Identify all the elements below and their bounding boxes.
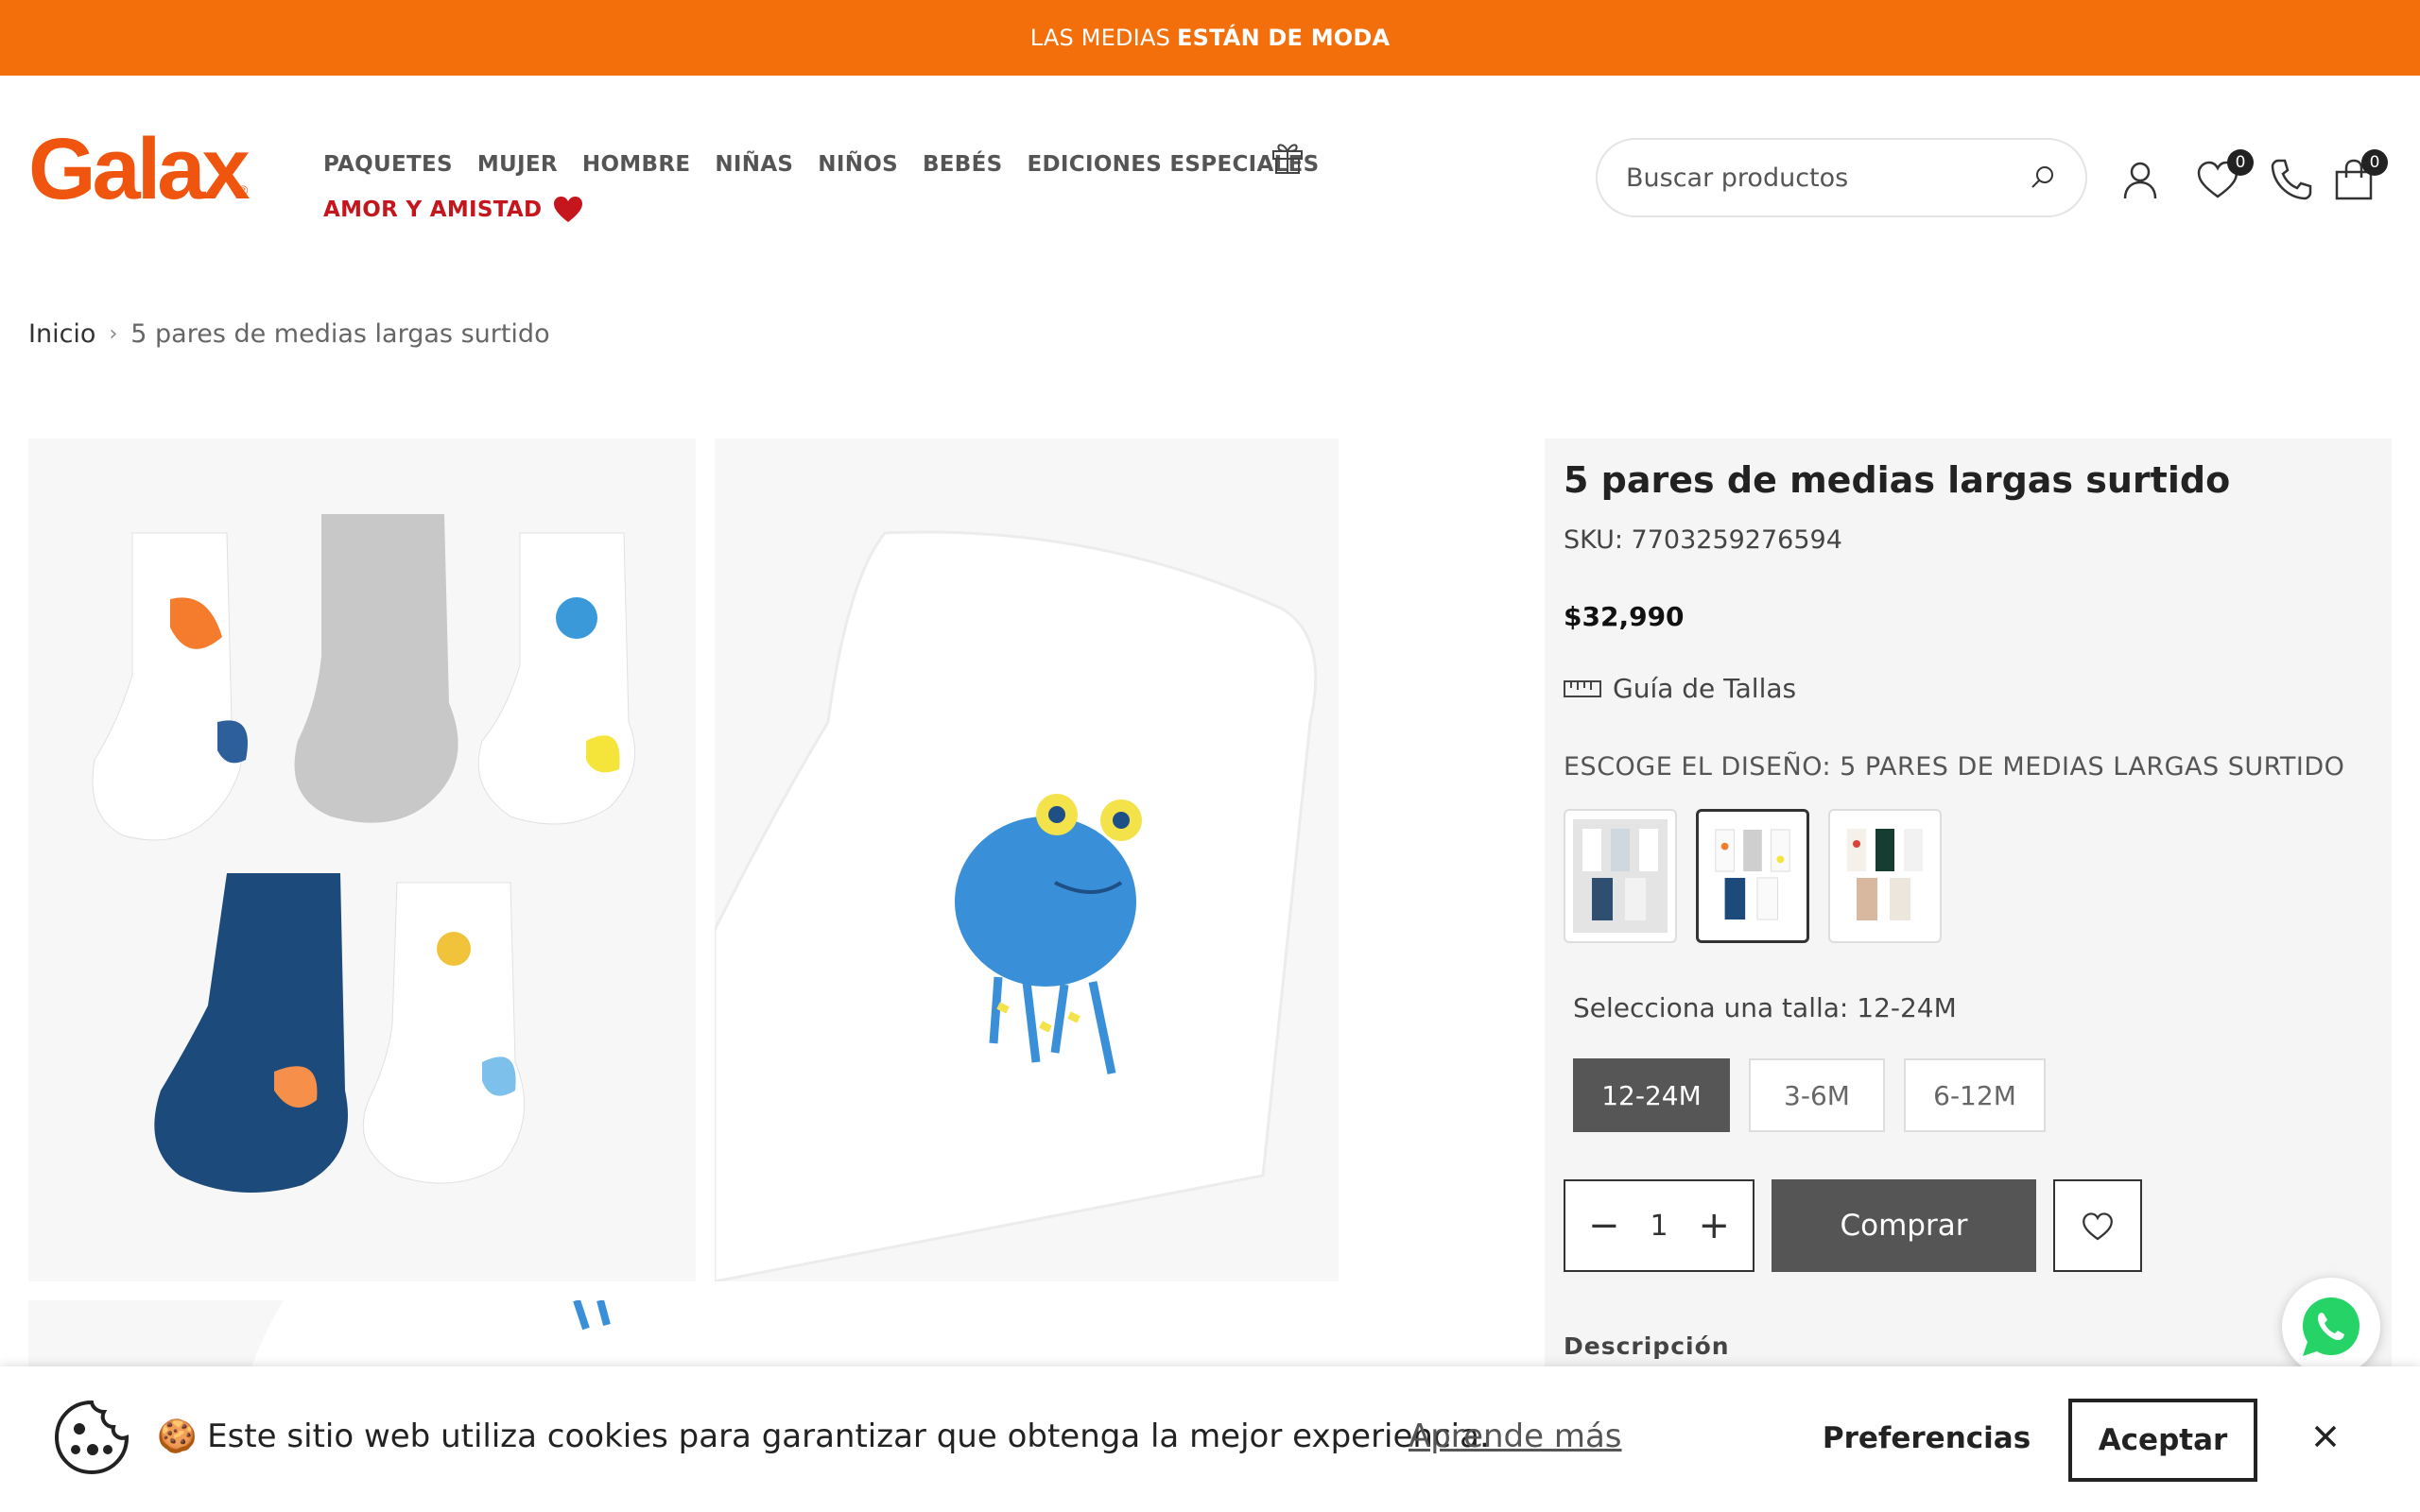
search-input[interactable] bbox=[1626, 163, 2029, 193]
cookie-preferences-button[interactable]: Preferencias bbox=[1823, 1412, 2031, 1465]
quantity-stepper: − 1 + bbox=[1564, 1179, 1754, 1272]
socks-set-image bbox=[92, 514, 636, 1193]
size-guide-label: Guía de Tallas bbox=[1613, 673, 1797, 704]
site-header: Galax ® PAQUETES MUJER HOMBRE NIÑAS NIÑO… bbox=[0, 76, 2420, 246]
product-info-panel: 5 pares de medias largas surtido SKU: 77… bbox=[1545, 438, 2392, 1512]
nav-ninos[interactable]: NIÑOS bbox=[818, 152, 898, 177]
announcement-text: LAS MEDIAS bbox=[1029, 25, 1171, 51]
whatsapp-icon bbox=[2303, 1297, 2360, 1356]
search-bar bbox=[1596, 138, 2087, 217]
product-thumbnail-1[interactable] bbox=[28, 438, 696, 1281]
nav-amor-y-amistad[interactable]: AMOR Y AMISTAD bbox=[323, 196, 583, 224]
galax-logo[interactable]: Galax ® bbox=[28, 121, 255, 215]
brand-registered: ® bbox=[238, 182, 249, 198]
swatch-2-image bbox=[1706, 820, 1799, 932]
breadcrumb-current: 5 pares de medias largas surtido bbox=[130, 319, 550, 349]
add-to-wishlist-button[interactable] bbox=[2053, 1179, 2142, 1272]
cookie-message: 🍪 Este sitio web utiliza cookies para ga… bbox=[157, 1418, 1490, 1455]
breadcrumb-home[interactable]: Inicio bbox=[28, 319, 95, 349]
close-icon[interactable] bbox=[2308, 1419, 2342, 1453]
search-icon[interactable] bbox=[2029, 163, 2057, 192]
whatsapp-button[interactable] bbox=[2282, 1278, 2380, 1376]
nav-bebes[interactable]: BEBÉS bbox=[923, 152, 1003, 177]
heart-icon bbox=[554, 197, 583, 222]
nav-hombre[interactable]: HOMBRE bbox=[582, 152, 690, 177]
wishlist-count-badge: 0 bbox=[2227, 149, 2254, 176]
phone-icon[interactable] bbox=[2269, 157, 2314, 202]
cookie-icon bbox=[54, 1400, 130, 1475]
cookie-emoji: 🍪 bbox=[157, 1418, 198, 1455]
size-option-6-12m[interactable]: 6-12M bbox=[1904, 1058, 2046, 1132]
gift-icon[interactable] bbox=[1269, 138, 1306, 176]
main-nav: PAQUETES MUJER HOMBRE NIÑAS NIÑOS BEBÉS … bbox=[323, 142, 1344, 232]
description-heading[interactable]: Descripción bbox=[1564, 1332, 1730, 1360]
design-swatches bbox=[1564, 809, 1942, 943]
swatch-3-image bbox=[1838, 819, 1932, 933]
size-label: Selecciona una talla: 12-24M bbox=[1573, 992, 1957, 1023]
cookie-banner: 🍪 Este sitio web utiliza cookies para ga… bbox=[0, 1366, 2420, 1512]
announcement-bold: ESTÁN DE MODA bbox=[1177, 25, 1391, 51]
cookie-accept-button[interactable]: Aceptar bbox=[2068, 1399, 2257, 1482]
size-options: 12-24M 3-6M 6-12M bbox=[1573, 1058, 2046, 1132]
ruler-icon bbox=[1564, 679, 1601, 697]
quantity-value[interactable]: 1 bbox=[1650, 1210, 1668, 1243]
announcement-bar: LAS MEDIAS ESTÁN DE MODA bbox=[0, 0, 2420, 76]
cart-count-badge: 0 bbox=[2361, 149, 2388, 176]
design-swatch-3[interactable] bbox=[1828, 809, 1942, 943]
heart-outline-icon bbox=[2083, 1212, 2113, 1241]
cookie-learn-more-link[interactable]: Aprende más bbox=[1409, 1418, 1622, 1455]
product-price: $32,990 bbox=[1564, 601, 1685, 632]
jellyfish-sock-image bbox=[713, 530, 1318, 1283]
design-swatch-2[interactable] bbox=[1696, 809, 1809, 943]
cookie-text: Este sitio web utiliza cookies para gara… bbox=[207, 1418, 1490, 1455]
nav-amor-label: AMOR Y AMISTAD bbox=[323, 198, 543, 222]
size-option-3-6m[interactable]: 3-6M bbox=[1749, 1058, 1885, 1132]
size-option-12-24m[interactable]: 12-24M bbox=[1573, 1058, 1730, 1132]
product-title: 5 pares de medias largas surtido bbox=[1564, 459, 2231, 501]
quantity-decrease-button[interactable]: − bbox=[1588, 1204, 1620, 1247]
size-guide-link[interactable]: Guía de Tallas bbox=[1564, 673, 1796, 704]
product-main-image[interactable] bbox=[713, 438, 1339, 1283]
design-label: ESCOGE EL DISEÑO: 5 PARES DE MEDIAS LARG… bbox=[1564, 752, 2345, 782]
product-sku: SKU: 7703259276594 bbox=[1564, 525, 1842, 555]
chevron-right-icon: › bbox=[109, 322, 118, 346]
nav-paquetes[interactable]: PAQUETES bbox=[323, 152, 453, 177]
brand-name: Galax bbox=[28, 121, 250, 215]
nav-ninas[interactable]: NIÑAS bbox=[715, 152, 793, 177]
breadcrumb: Inicio › 5 pares de medias largas surtid… bbox=[28, 319, 550, 349]
swatch-1-image bbox=[1573, 819, 1668, 933]
buy-button[interactable]: Comprar bbox=[1772, 1179, 2036, 1272]
quantity-increase-button[interactable]: + bbox=[1698, 1204, 1730, 1247]
account-icon[interactable] bbox=[2118, 157, 2163, 202]
design-swatch-1[interactable] bbox=[1564, 809, 1677, 943]
nav-mujer[interactable]: MUJER bbox=[477, 152, 558, 177]
